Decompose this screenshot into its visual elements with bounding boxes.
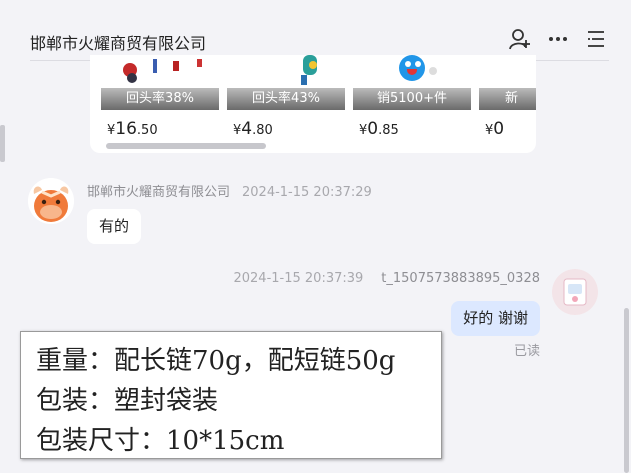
product-recommendation-card: 回头率38% ¥16.50 回头率43% ¥4.80 销5100+件 ¥0.85… xyxy=(90,55,536,153)
product-price: ¥0 xyxy=(485,119,505,139)
product-item[interactable]: 回头率38% ¥16.50 xyxy=(101,55,219,150)
header-actions xyxy=(509,28,607,50)
add-user-icon[interactable] xyxy=(509,28,531,50)
product-tag: 回头率38% xyxy=(101,88,219,110)
menu-icon[interactable] xyxy=(585,28,607,50)
product-tag: 回头率43% xyxy=(227,88,345,110)
incoming-message-meta: 邯郸市火耀商贸有限公司 2024-1-15 20:37:29 xyxy=(87,181,372,200)
product-item[interactable]: 新 ¥0 xyxy=(479,55,536,150)
user-avatar-icon xyxy=(552,269,598,315)
more-icon[interactable] xyxy=(547,28,569,50)
spec-weight: 重量：配长链70g，配短链50g xyxy=(36,346,396,376)
spec-packaging: 包装：塑封袋装 xyxy=(36,386,219,416)
read-status: 已读 xyxy=(513,344,540,359)
product-strip: 回头率38% ¥16.50 回头率43% ¥4.80 销5100+件 ¥0.85… xyxy=(101,55,536,150)
incoming-message-bubble[interactable]: 有的 xyxy=(87,209,142,244)
sender-name: 邯郸市火耀商贸有限公司 xyxy=(87,185,231,200)
bull-avatar-icon xyxy=(28,178,74,224)
product-spec-overlay: 重量：配长链70g，配短链50g 包装：塑封袋装 包装尺寸：10*15cm xyxy=(20,331,442,459)
product-price: ¥16.50 xyxy=(107,119,158,139)
message-time: 2024-1-15 20:37:29 xyxy=(242,185,372,200)
product-tag: 新 xyxy=(479,88,536,110)
product-strip-scrollbar[interactable] xyxy=(106,143,266,149)
sender-name: t_1507573883895_0328 xyxy=(381,271,540,286)
product-item[interactable]: 回头率43% ¥4.80 xyxy=(227,55,345,150)
side-handle[interactable] xyxy=(0,125,5,162)
product-tag: 销5100+件 xyxy=(353,88,471,110)
product-price: ¥0.85 xyxy=(359,119,399,139)
product-price: ¥4.80 xyxy=(233,119,273,139)
outgoing-message-bubble[interactable]: 好的 谢谢 xyxy=(451,301,540,336)
avatar[interactable] xyxy=(28,178,74,224)
avatar[interactable] xyxy=(552,269,598,315)
message-time: 2024-1-15 20:37:39 xyxy=(233,271,364,286)
spec-package-size: 包装尺寸：10*15cm xyxy=(36,426,285,456)
outgoing-message-meta: 2024-1-15 20:37:39 t_1507573883895_0328 xyxy=(233,271,540,286)
chat-header: 邯郸市火耀商贸有限公司 xyxy=(0,0,631,60)
chat-scrollbar[interactable] xyxy=(624,308,629,473)
product-item[interactable]: 销5100+件 ¥0.85 xyxy=(353,55,471,150)
chat-title: 邯郸市火耀商贸有限公司 xyxy=(30,34,207,53)
